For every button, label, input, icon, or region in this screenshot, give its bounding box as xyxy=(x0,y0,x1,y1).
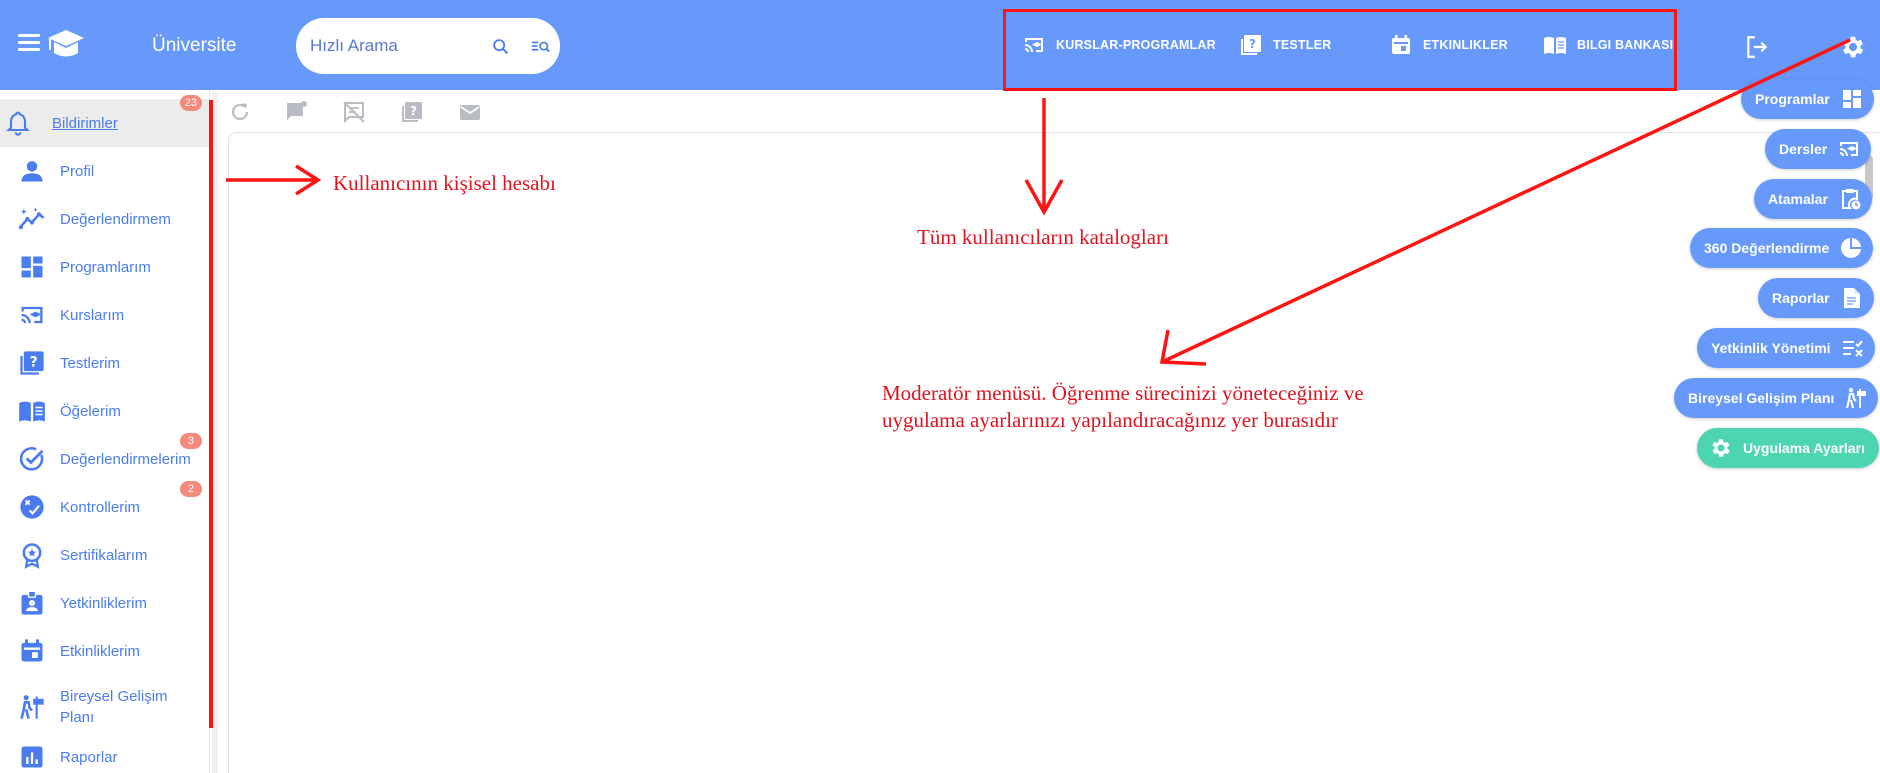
insights-icon xyxy=(18,207,45,230)
cast-for-education-icon xyxy=(1840,142,1859,156)
sidebar-item-label: Bildirimler xyxy=(52,114,118,132)
annotation-personal-account: Kullanıcının kişisel hesabı xyxy=(333,171,556,195)
cast-for-education-icon xyxy=(21,306,43,324)
sidebar-item-reports[interactable]: Raporlar xyxy=(0,733,210,773)
chat-off-icon[interactable] xyxy=(342,100,366,124)
calendar-icon xyxy=(21,639,43,662)
quiz-icon[interactable]: ? xyxy=(400,100,424,124)
moderator-assignments-button[interactable]: Atamalar xyxy=(1754,179,1872,219)
rule-circle-icon xyxy=(20,495,44,519)
menu-book-icon xyxy=(19,401,45,422)
sidebar-item-label: Testlerim xyxy=(60,354,121,372)
bar-chart-icon xyxy=(21,746,43,768)
sidebar-item-my-tests[interactable]: ? Testlerim xyxy=(0,339,210,387)
sidebar-item-profile[interactable]: Profil xyxy=(0,147,210,195)
dashboard-icon xyxy=(1842,90,1861,108)
sidebar-item-my-events[interactable]: Etkinliklerim xyxy=(0,627,210,675)
quick-search-box xyxy=(296,18,560,74)
bell-icon xyxy=(6,111,30,136)
logout-icon[interactable] xyxy=(1744,34,1770,60)
evaluations-count-badge: 3 xyxy=(180,433,202,449)
sidebar-item-label: Raporlar xyxy=(60,748,118,766)
sidebar-item-my-courses[interactable]: Kurslarım xyxy=(0,291,210,339)
sidebar-item-my-certificates[interactable]: Sertifikalarım xyxy=(0,531,210,579)
sidebar-item-label: Öğelerim xyxy=(60,402,121,420)
clipboard-clock-icon xyxy=(1841,189,1861,210)
moderator-personal-development-plan-label: Bireysel Gelişim Planı xyxy=(1688,390,1835,406)
moderator-lessons-label: Dersler xyxy=(1779,141,1828,157)
person-icon xyxy=(21,161,43,182)
sidebar-item-my-assessment[interactable]: Değerlendirmem xyxy=(0,195,210,243)
award-icon xyxy=(22,543,42,569)
moderator-competency-management-label: Yetkinlik Yönetimi xyxy=(1711,340,1831,356)
gear-icon xyxy=(1712,439,1730,457)
moderator-app-settings-label: Uygulama Ayarları xyxy=(1743,440,1865,456)
app-title[interactable]: Üniversite xyxy=(152,35,236,57)
sidebar-item-label: Kontrollerim xyxy=(60,498,141,516)
sidebar-item-my-evaluations[interactable]: Değerlendirmelerim 3 xyxy=(0,433,210,483)
sidebar-item-label: Kurslarım xyxy=(60,306,125,324)
hamburger-menu-icon[interactable] xyxy=(18,34,40,52)
moderator-assignments-label: Atamalar xyxy=(1768,191,1828,207)
svg-text:?: ? xyxy=(410,104,417,118)
sidebar-highlight-line xyxy=(209,100,213,728)
search-icon[interactable] xyxy=(490,36,512,58)
moderator-app-settings-button[interactable]: Uygulama Ayarları xyxy=(1697,428,1879,468)
moderator-reports-label: Raporlar xyxy=(1772,290,1830,306)
dashboard-icon xyxy=(21,256,43,278)
advanced-search-icon[interactable] xyxy=(530,36,552,58)
check-circle-icon xyxy=(19,447,44,471)
quick-search-input[interactable] xyxy=(310,33,480,59)
moderator-360-evaluation-button[interactable]: 360 Değerlendirme xyxy=(1690,228,1874,268)
mail-icon[interactable] xyxy=(458,100,482,124)
controls-count-badge: 2 xyxy=(180,481,202,497)
sidebar-item-notifications[interactable]: Bildirimler 23 xyxy=(0,95,210,147)
moderator-360-evaluation-label: 360 Değerlendirme xyxy=(1704,240,1830,256)
sidebar-item-label: Profil xyxy=(60,162,95,180)
chat-bubble-icon[interactable] xyxy=(284,100,308,124)
hiking-signpost-icon xyxy=(20,695,44,719)
sidebar-item-personal-development-plan[interactable]: Bireysel Gelişim Planı xyxy=(0,681,210,733)
sidebar-item-my-competencies[interactable]: Yetkinliklerim xyxy=(0,579,210,627)
annotation-moderator-line1: Moderatör menüsü. Öğrenme sürecinizi yön… xyxy=(882,381,1364,405)
sidebar-item-label: Değerlendirmem xyxy=(60,210,171,228)
sidebar-item-label: Etkinliklerim xyxy=(60,642,141,660)
quiz-icon: ? xyxy=(20,351,44,375)
moderator-lessons-button[interactable]: Dersler xyxy=(1765,129,1872,169)
moderator-competency-management-button[interactable]: Yetkinlik Yönetimi xyxy=(1697,328,1875,368)
badge-icon xyxy=(21,590,43,615)
sidebar-item-label: Bireysel Gelişim Planı xyxy=(60,688,168,726)
annotation-catalogs: Tüm kullanıcıların katalogları xyxy=(917,225,1169,249)
svg-text:?: ? xyxy=(30,355,38,371)
sidebar-item-my-items[interactable]: Öğelerim xyxy=(0,387,210,435)
sidebar-item-label: Sertifikalarım xyxy=(60,546,148,564)
sidebar-item-label: Yetkinliklerim xyxy=(60,594,147,612)
moderator-programs-button[interactable]: Programlar xyxy=(1741,79,1874,119)
hiking-signpost-icon xyxy=(1846,387,1867,409)
sidebar-item-my-controls[interactable]: Kontrollerim 2 xyxy=(0,481,210,531)
annotation-moderator-line2: uygulama ayarlarınızı yapılandıracağınız… xyxy=(882,408,1338,432)
moderator-personal-development-plan-button[interactable]: Bireysel Gelişim Planı xyxy=(1674,378,1879,418)
pie-chart-icon xyxy=(1841,238,1862,258)
sidebar-item-my-programs[interactable]: Programlarım xyxy=(0,243,210,291)
moderator-programs-label: Programlar xyxy=(1755,91,1830,107)
notifications-count-badge: 23 xyxy=(179,95,202,111)
sidebar-item-label: Programlarım xyxy=(60,258,151,276)
rule-list-icon xyxy=(1842,340,1863,357)
moderator-reports-button[interactable]: Raporlar xyxy=(1758,278,1874,318)
refresh-icon[interactable] xyxy=(228,100,252,124)
gear-icon[interactable] xyxy=(1839,33,1867,61)
graduation-cap-logo-icon[interactable] xyxy=(46,28,86,62)
document-icon xyxy=(1843,288,1860,308)
sidebar-item-label: Değerlendirmelerim xyxy=(60,450,191,468)
catalog-nav-highlight-frame xyxy=(1003,9,1677,91)
